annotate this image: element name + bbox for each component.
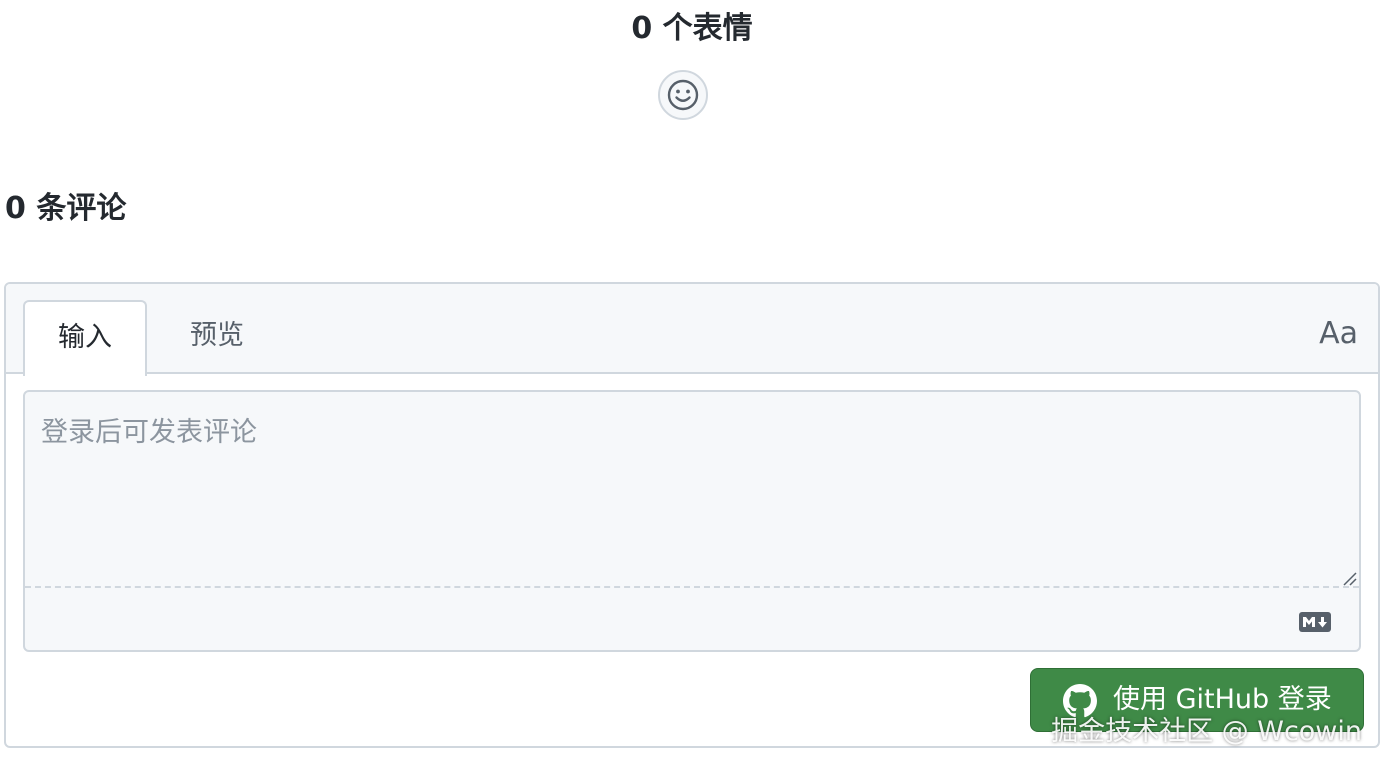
font-toggle-button[interactable]: Aa [1319,314,1358,354]
markdown-icon [1299,612,1331,632]
comment-input[interactable] [25,392,1359,588]
tab-preview[interactable]: 预览 [155,300,279,374]
reactions-count: 0 个表情 [631,11,753,46]
github-icon [1063,684,1097,718]
comment-box: 输入 预览 Aa 使用 GitHub 登录 [4,282,1380,748]
editor-area [23,390,1361,652]
add-reaction-button[interactable] [658,70,708,120]
tab-write[interactable]: 输入 [23,300,147,376]
watermark: 掘金技术社区 @ Wcowin [1051,716,1362,747]
smiley-icon [667,79,699,111]
comments-section: 0 个表情 0 条评论 输入 预览 Aa 登录后可发表评论 使用 GitHub … [0,0,1384,768]
resize-handle-icon[interactable] [1341,570,1357,586]
editor-tab-bar: 输入 预览 Aa [6,284,1378,376]
comments-count: 0 条评论 [5,191,127,226]
